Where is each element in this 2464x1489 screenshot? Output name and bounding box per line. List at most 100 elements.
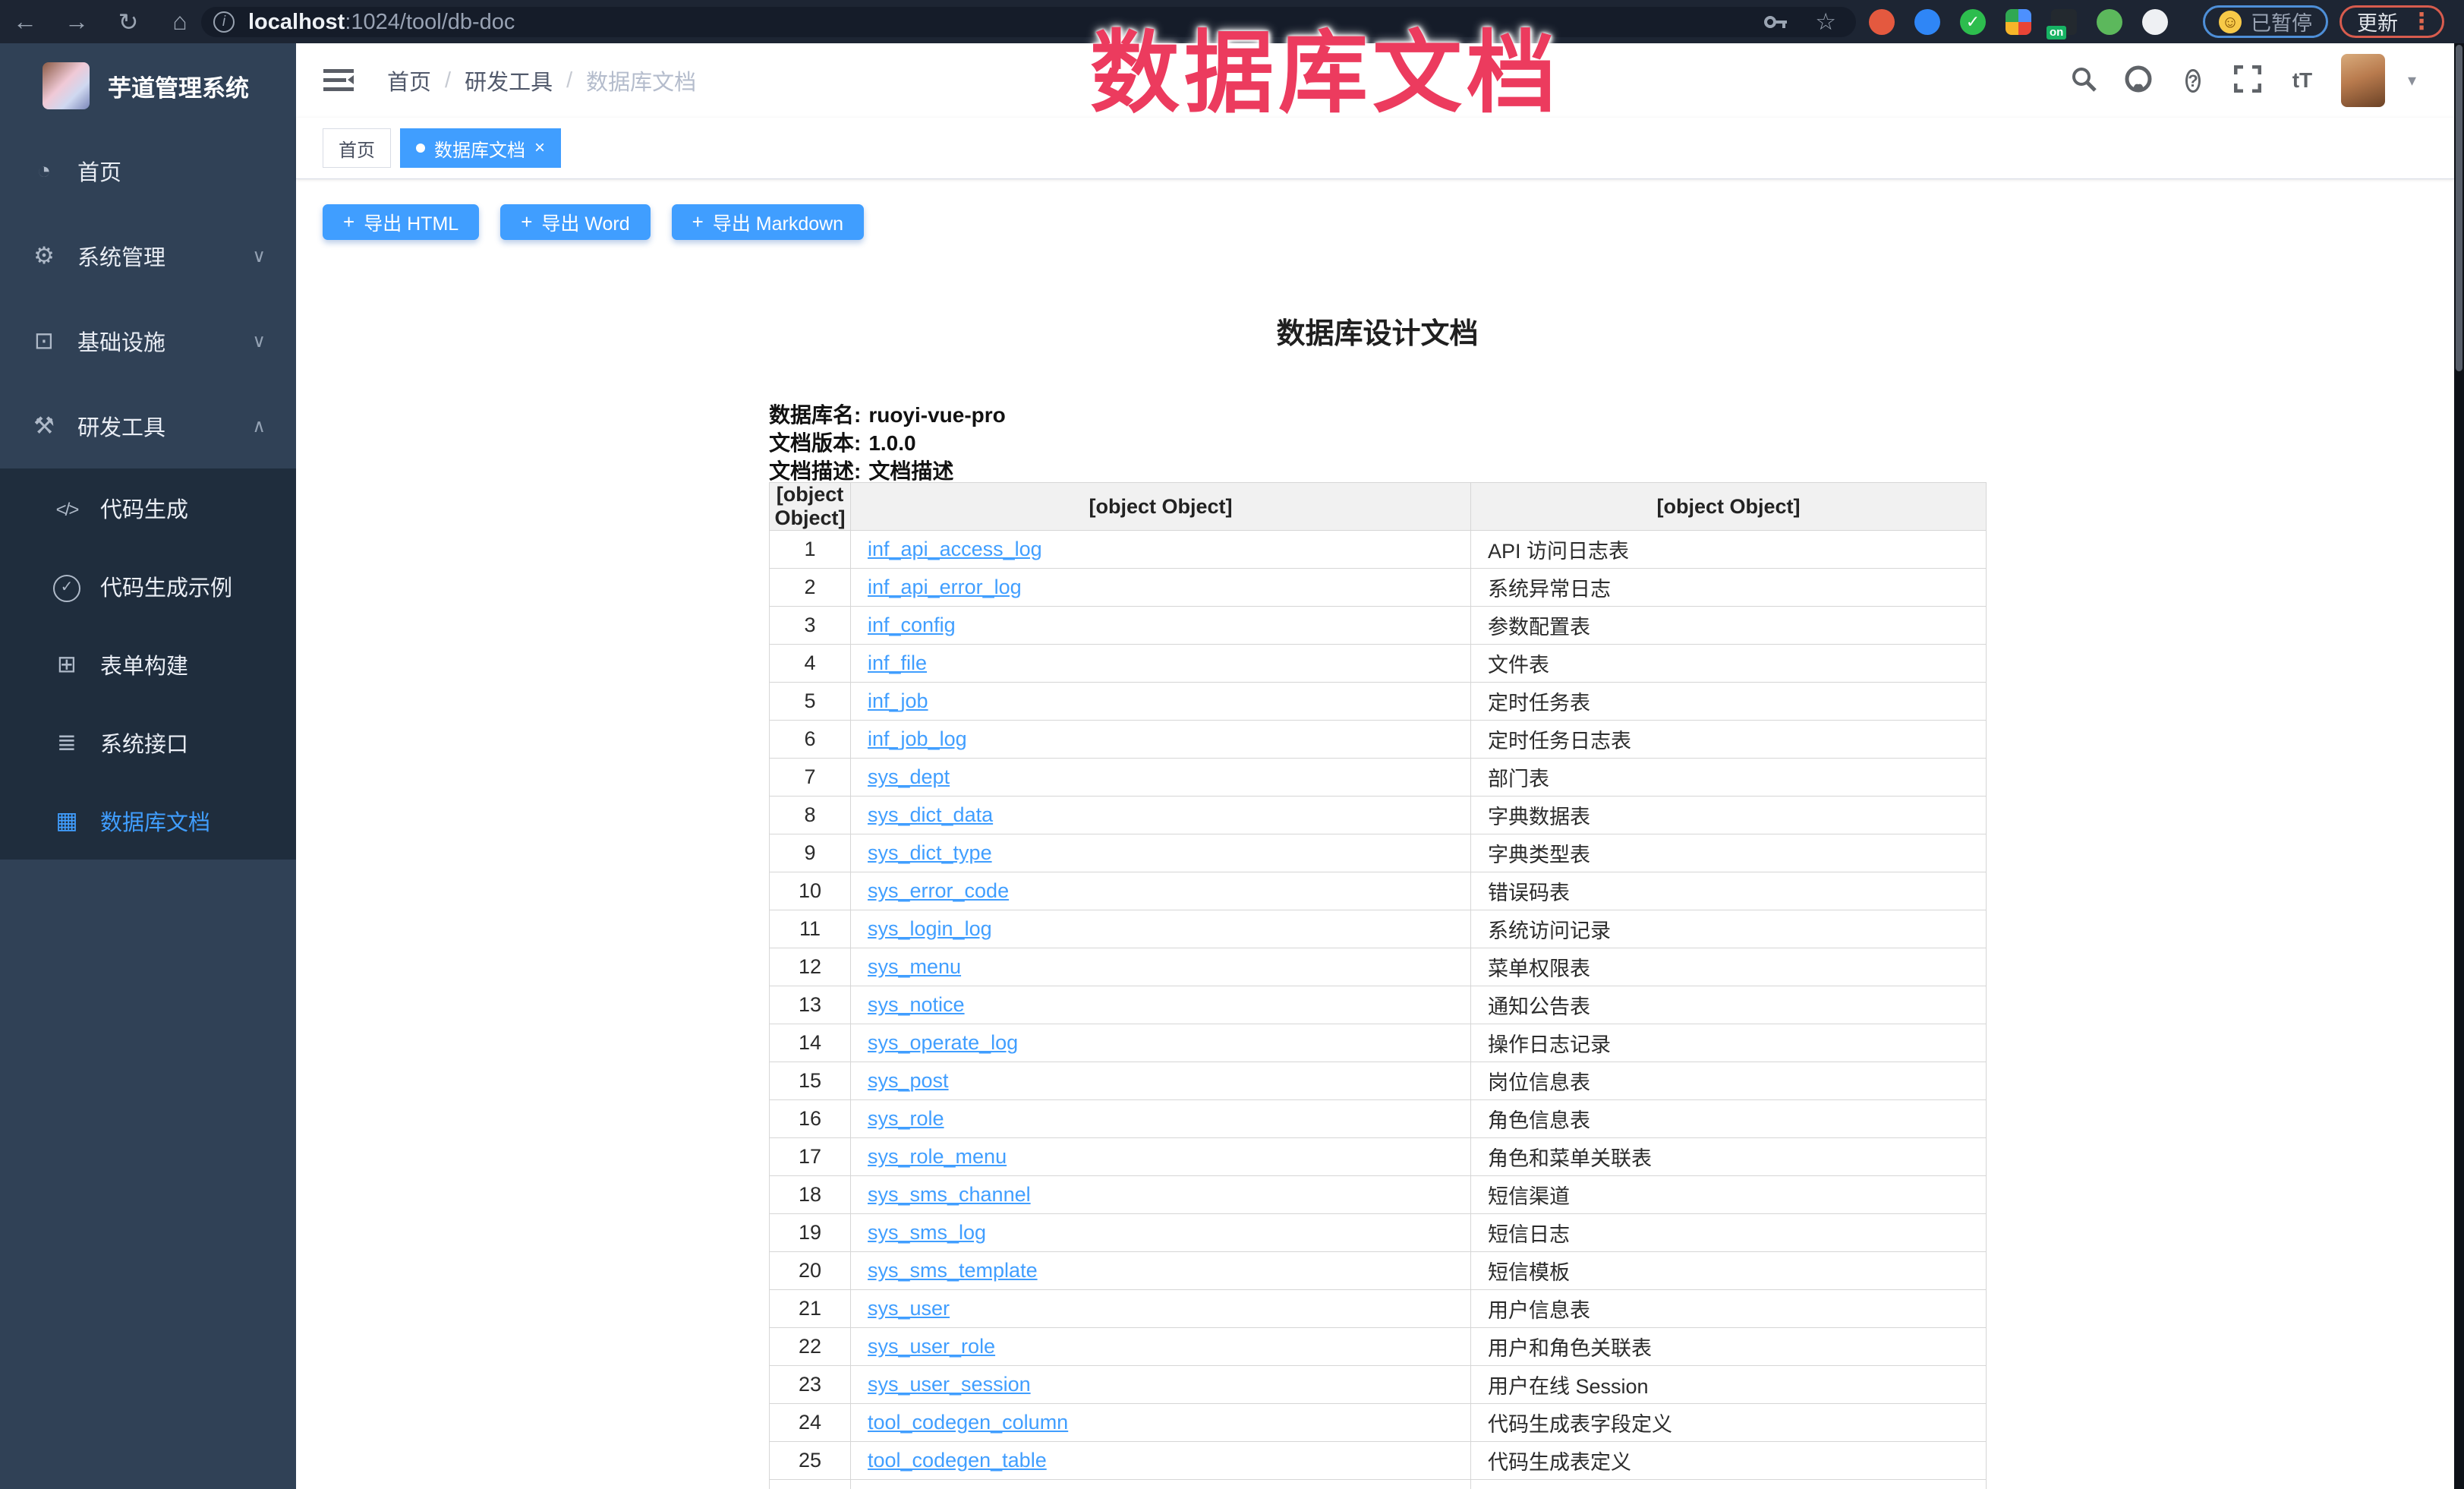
export-button-label: 导出 Markdown bbox=[713, 209, 843, 236]
fullscreen-icon[interactable] bbox=[2232, 65, 2264, 96]
sidebar-submenu-item[interactable]: 系统接口 bbox=[0, 703, 296, 781]
extension-icon[interactable] bbox=[1869, 9, 1895, 35]
extension-icon[interactable] bbox=[2006, 9, 2031, 35]
table-name-link[interactable]: sys_user_role bbox=[868, 1335, 995, 1358]
breadcrumb-item[interactable]: 数据库文档 bbox=[586, 65, 696, 96]
table-name-link[interactable]: sys_error_code bbox=[868, 879, 1009, 902]
table-row: 2 inf_api_error_log 系统异常日志 bbox=[770, 569, 1987, 607]
row-table-name: sys_sms_template bbox=[851, 1252, 1471, 1290]
sidebar-submenu-item[interactable]: 表单构建 bbox=[0, 625, 296, 703]
extension-icon[interactable] bbox=[1914, 9, 1940, 35]
sidebar-menu-item[interactable]: 系统管理 ∨ bbox=[0, 213, 296, 298]
sidebar-submenu-item[interactable]: 数据库文档 bbox=[0, 781, 296, 860]
row-table-name: tool_test_demo bbox=[851, 1480, 1471, 1489]
table-name-link[interactable]: sys_user bbox=[868, 1297, 950, 1320]
page-tab[interactable]: 首页 bbox=[323, 128, 391, 168]
row-table-name: sys_login_log bbox=[851, 910, 1471, 948]
breadcrumb-item[interactable]: 首页 bbox=[387, 65, 431, 96]
back-icon[interactable]: ← bbox=[11, 8, 39, 36]
column-header: [object Object] bbox=[770, 483, 851, 531]
breadcrumb-item[interactable]: 研发工具 bbox=[465, 65, 553, 96]
row-table-desc: 短信渠道 bbox=[1471, 1176, 1987, 1214]
table-name-link[interactable]: sys_user_session bbox=[868, 1373, 1031, 1396]
table-name-link[interactable]: sys_sms_channel bbox=[868, 1183, 1031, 1206]
sidebar-menu-item[interactable]: 研发工具 ∧ bbox=[0, 383, 296, 468]
row-index: 4 bbox=[770, 645, 851, 683]
row-table-desc: 字典数据表 bbox=[1471, 797, 1987, 834]
table-name-link[interactable]: sys_menu bbox=[868, 955, 961, 978]
update-label: 更新 bbox=[2357, 7, 2398, 36]
browser-menu-dots-icon[interactable]: ⋮ bbox=[2410, 8, 2433, 35]
github-icon[interactable] bbox=[2122, 65, 2154, 97]
forward-icon[interactable]: → bbox=[62, 8, 91, 36]
table-name-link[interactable]: inf_config bbox=[868, 614, 956, 636]
paused-extension-badge[interactable]: ☺ 已暂停 bbox=[2203, 5, 2328, 38]
breadcrumb: 首页 / 研发工具 / 数据库文档 / bbox=[387, 65, 696, 96]
row-table-desc: 菜单权限表 bbox=[1471, 948, 1987, 986]
table-name-link[interactable]: sys_dept bbox=[868, 765, 950, 788]
submenu-label: 代码生成示例 bbox=[100, 570, 266, 602]
browser-update-button[interactable]: 更新 ⋮ bbox=[2340, 5, 2444, 38]
sidebar-collapse-icon[interactable] bbox=[323, 68, 354, 93]
user-avatar[interactable] bbox=[2341, 54, 2385, 107]
page-tab[interactable]: 数据库文档 × bbox=[400, 128, 561, 168]
table-row: 12 sys_menu 菜单权限表 bbox=[770, 948, 1987, 986]
table-name-link[interactable]: sys_login_log bbox=[868, 917, 992, 940]
table-name-link[interactable]: sys_post bbox=[868, 1069, 949, 1092]
url-path: :1024/tool/db-doc bbox=[345, 10, 515, 35]
meta-label: 文档版本: bbox=[769, 431, 861, 455]
extension-icon[interactable] bbox=[2097, 9, 2122, 35]
table-name-link[interactable]: sys_dict_data bbox=[868, 803, 993, 826]
row-table-desc: 用户和角色关联表 bbox=[1471, 1328, 1987, 1366]
table-row: 1 inf_api_access_log API 访问日志表 bbox=[770, 531, 1987, 569]
row-index: 12 bbox=[770, 948, 851, 986]
meta-line: 数据库名:ruoyi-vue-pro bbox=[769, 401, 1006, 429]
table-name-link[interactable]: sys_sms_log bbox=[868, 1221, 986, 1244]
export-button[interactable]: + 导出 HTML bbox=[323, 204, 479, 240]
table-name-link[interactable]: inf_job bbox=[868, 689, 928, 712]
font-size-icon[interactable]: tT bbox=[2286, 68, 2318, 93]
table-name-link[interactable]: sys_sms_template bbox=[868, 1259, 1038, 1282]
scrollbar-thumb[interactable] bbox=[2456, 45, 2462, 371]
sidebar-submenu-item[interactable]: 代码生成示例 bbox=[0, 547, 296, 625]
table-name-link[interactable]: inf_job_log bbox=[868, 727, 967, 750]
extensions-area: ✓ on bbox=[1869, 0, 2168, 43]
table-name-link[interactable]: sys_operate_log bbox=[868, 1031, 1018, 1054]
export-button[interactable]: + 导出 Markdown bbox=[672, 204, 864, 240]
help-icon[interactable]: ? bbox=[2177, 70, 2209, 92]
table-name-link[interactable]: sys_role_menu bbox=[868, 1145, 1007, 1168]
app-window: 芋道管理系统 首页 系统管理 ∨ bbox=[0, 43, 2454, 1489]
table-name-link[interactable]: tool_codegen_column bbox=[868, 1411, 1068, 1434]
table-name-link[interactable]: inf_api_error_log bbox=[868, 576, 1022, 598]
extension-icon[interactable]: ✓ bbox=[1960, 9, 1986, 35]
site-info-icon[interactable]: i bbox=[213, 11, 235, 33]
table-name-link[interactable]: sys_notice bbox=[868, 993, 965, 1016]
reload-icon[interactable]: ↻ bbox=[114, 8, 143, 36]
extension-icon[interactable] bbox=[2142, 9, 2168, 35]
user-menu-caret-icon[interactable]: ▾ bbox=[2408, 71, 2416, 90]
sidebar-menu-item[interactable]: 首页 bbox=[0, 128, 296, 213]
app-logo bbox=[43, 62, 90, 109]
extension-icon[interactable]: on bbox=[2051, 9, 2077, 35]
submenu-icon bbox=[50, 807, 83, 834]
app-title: 芋道管理系统 bbox=[108, 69, 249, 103]
browser-scrollbar[interactable] bbox=[2454, 43, 2464, 1489]
export-button[interactable]: + 导出 Word bbox=[500, 204, 650, 240]
home-icon[interactable]: ⌂ bbox=[165, 8, 194, 36]
app-logo-row[interactable]: 芋道管理系统 bbox=[0, 43, 296, 128]
table-name-link[interactable]: tool_codegen_table bbox=[868, 1449, 1047, 1472]
password-key-icon[interactable] bbox=[1763, 14, 1789, 30]
url-bar[interactable]: i localhost :1024/tool/db-doc ☆ bbox=[201, 7, 1856, 37]
table-name-link[interactable]: inf_file bbox=[868, 651, 927, 674]
table-name-link[interactable]: sys_role bbox=[868, 1107, 944, 1130]
table-name-link[interactable]: inf_api_access_log bbox=[868, 538, 1042, 560]
sidebar-menu-item[interactable]: 基础设施 ∨ bbox=[0, 298, 296, 383]
bookmark-star-icon[interactable]: ☆ bbox=[1815, 8, 1836, 36]
meta-value: 1.0.0 bbox=[868, 431, 915, 455]
row-table-name: sys_role_menu bbox=[851, 1138, 1471, 1176]
menu-icon bbox=[27, 412, 61, 440]
sidebar-submenu-item[interactable]: 代码生成 bbox=[0, 468, 296, 547]
close-icon[interactable]: × bbox=[534, 137, 545, 159]
search-icon[interactable] bbox=[2068, 66, 2100, 96]
table-name-link[interactable]: sys_dict_type bbox=[868, 841, 992, 864]
